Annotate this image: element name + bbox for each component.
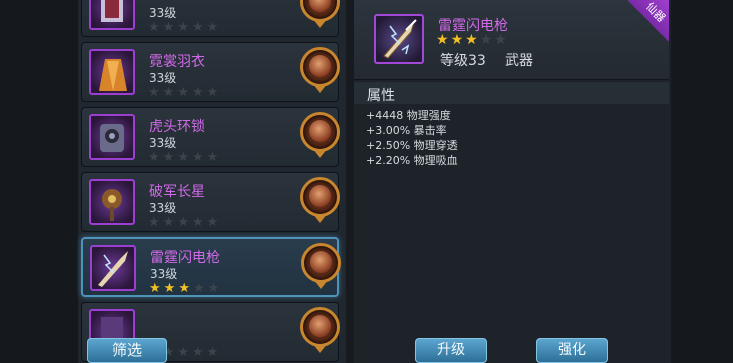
star-icon: ★ [206,20,222,35]
item-name: 破军长星 [149,184,205,200]
star-icon: ★ [162,150,178,165]
star-icon: ★ [191,20,207,35]
hero-portrait-icon [309,185,331,207]
hero-avatar-badge [300,307,340,353]
equipment-detail-panel: 雷霆闪电枪 ★★★★★ 等级33 武器 仙器 属性 +4448 物理强度 +3.0… [354,0,671,363]
star-icon: ★ [191,85,207,100]
hero-portrait-icon [309,55,331,77]
rarity-corner-badge: 仙器 [627,0,669,42]
hero-avatar-badge [300,112,340,158]
item-name: 虎头环锁 [149,119,205,135]
star-icon: ★ [494,32,509,48]
attribute-line: +3.00% 暴击率 [366,124,447,137]
chain-armor-icon [89,114,135,160]
item-level: 33级 [149,6,177,20]
item-level: 33级 [149,136,177,150]
hero-avatar-badge [300,0,340,28]
star-icon: ★ [148,150,163,165]
rarity-badge-label: 仙器 [643,0,669,25]
star-icon: ★ [148,20,163,35]
star-icon: ★ [149,281,164,296]
star-icon: ★ [465,32,480,48]
item-name: 霓裳羽衣 [149,54,205,70]
star-icon: ★ [162,215,178,230]
equipment-list-item[interactable]: 霓裳羽衣 33级 ★★★★★ [81,42,340,102]
hero-avatar-badge [301,243,341,289]
upgrade-button[interactable]: 升级 [415,338,487,363]
equipment-list-item[interactable]: 虎头环锁 33级 ★★★★★ [81,107,340,167]
star-icon: ★ [163,281,179,296]
spear-icon [374,14,424,64]
spear-icon [90,245,136,291]
equipment-list-item[interactable]: 雷霆闪电枪 33级 ★★★★★ [81,237,341,297]
star-icon: ★ [178,281,193,296]
equipment-list-item[interactable]: 破军长星 33级 ★★★★★ [81,172,340,232]
enhance-button[interactable]: 强化 [536,338,608,363]
star-icon: ★ [177,20,192,35]
star-icon: ★ [191,345,207,360]
star-icon: ★ [206,150,222,165]
hero-avatar-badge [300,177,340,223]
star-icon: ★ [479,32,495,48]
left-margin [0,0,78,363]
star-icon: ★ [177,345,192,360]
attributes-header: 属性 [354,82,669,104]
star-icon: ★ [162,20,178,35]
armor-icon [89,0,135,30]
item-level: 33级 [149,71,177,85]
item-star-rating: ★★★★★ [148,215,221,230]
attributes-list: +4448 物理强度 +3.00% 暴击率 +2.50% 物理穿透 +2.20% 物理… [366,108,458,168]
star-icon: ★ [206,85,222,100]
star-icon: ★ [450,32,466,48]
right-margin [671,0,733,363]
star-icon: ★ [191,215,207,230]
item-level: 33级 [149,201,177,215]
star-icon: ★ [191,150,207,165]
star-icon: ★ [207,281,223,296]
detail-item-level: 等级33 [440,53,486,69]
star-icon: ★ [192,281,208,296]
item-star-rating: ★★★★★ [148,20,221,35]
attribute-line: +2.50% 物理穿透 [366,139,458,152]
star-icon: ★ [206,215,222,230]
robe-icon [89,49,135,95]
hero-portrait-icon [309,315,331,337]
detail-item-type: 武器 [505,53,533,69]
star-icon: ★ [436,32,451,48]
attribute-line: +4448 物理强度 [366,109,451,122]
attribute-line: +2.20% 物理吸血 [366,154,458,167]
item-level: 33级 [150,267,178,281]
mace-icon [89,179,135,225]
star-icon: ★ [177,150,192,165]
item-name: 雷霆闪电枪 [150,250,220,266]
panel-divider [346,0,354,363]
detail-header: 雷霆闪电枪 ★★★★★ 等级33 武器 仙器 [354,0,669,80]
item-star-rating: ★★★★★ [148,150,221,165]
star-icon: ★ [148,85,163,100]
detail-star-rating: ★★★★★ [436,32,509,48]
star-icon: ★ [206,345,222,360]
item-star-rating: ★★★★★ [148,85,221,100]
equipment-list-item[interactable]: 33级 ★★★★★ [81,0,340,37]
star-icon: ★ [148,215,163,230]
star-icon: ★ [177,215,192,230]
item-star-rating: ★★★★★ [149,281,222,296]
filter-button[interactable]: 筛选 [87,338,167,363]
star-icon: ★ [177,85,192,100]
equipment-list-panel[interactable]: 33级 ★★★★★ 霓裳羽衣 33级 ★★★★★ 虎头环锁 33级 ★★★★★ 破军长星 33级 ★… [78,0,347,363]
star-icon: ★ [162,85,178,100]
hero-portrait-icon [310,251,332,273]
attributes-title: 属性 [367,88,395,104]
hero-avatar-badge [300,47,340,93]
hero-portrait-icon [309,120,331,142]
